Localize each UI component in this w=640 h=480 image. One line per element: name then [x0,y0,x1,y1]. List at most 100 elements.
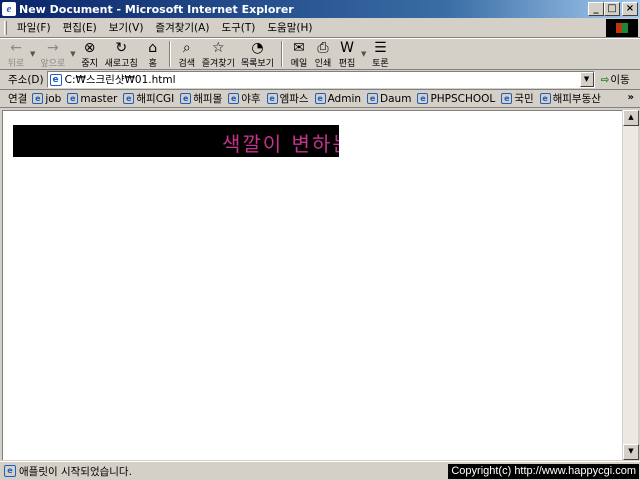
menu-grip[interactable] [4,20,7,35]
go-arrow-icon: ⇨ [600,73,610,86]
menu-file[interactable]: 파일(F) [11,20,57,35]
address-label: 주소(D) [8,74,44,86]
status-text: 애플릿이 시작되었습니다. [19,465,132,478]
refresh-label: 새로고침 [104,58,138,69]
menu-view[interactable]: 보기(V) [103,20,150,35]
links-bar: 연결 e job e master e 해피CGI e 해피몰 e 야후 e 엠파스 e Ad… [0,90,640,108]
mail-icon: ✉ [293,39,305,56]
back-label: 뒤로 [7,58,25,69]
edit-dropdown[interactable]: ▼ [361,50,366,58]
search-icon: ⌕ [182,39,191,56]
home-button[interactable]: ⌂ 홈 [141,39,165,69]
stop-label: 중지 [81,58,98,69]
link-happymall[interactable]: e 해피몰 [180,91,222,106]
maximize-button[interactable]: □ [604,2,620,16]
link-label: 해피부동산 [552,93,601,105]
address-input[interactable]: e C:₩스크린샷₩01.html ▼ [46,71,595,88]
edit-label: 편집 [338,58,356,69]
ie-icon[interactable]: e [2,2,16,16]
discuss-label: 토론 [372,58,389,69]
edit-button[interactable]: W 편집 [335,39,359,69]
page-icon: e [180,93,192,104]
go-button[interactable]: ⇨ 이동 [601,72,630,87]
favorites-button[interactable]: ☆ 즐겨찾기 [199,39,238,69]
copyright-watermark: Copyright(c) http://www.happycgi.com [448,464,639,479]
stop-icon: ⊗ [83,39,96,56]
home-label: 홈 [148,58,157,69]
address-dropdown-button[interactable]: ▼ [579,72,594,87]
links-more-chevron-icon[interactable]: » [628,92,634,103]
print-button[interactable]: ⎙ 인쇄 [311,39,335,69]
back-button[interactable]: ← 뒤로 [4,39,28,69]
page-icon: e [228,93,240,104]
link-happycgi[interactable]: e 해피CGI [123,91,174,106]
back-arrow-icon: ← [10,39,22,56]
link-label: 야후 [241,93,261,105]
page-icon: e [314,93,326,104]
link-label: Daum [380,92,412,105]
print-icon: ⎙ [317,39,329,56]
link-job[interactable]: e job [32,93,61,105]
toolbar-separator [168,41,171,67]
page-icon: e [67,93,79,104]
favorites-icon: ☆ [212,39,225,56]
history-button[interactable]: ◔ 목록보기 [238,39,277,69]
menu-bar: 파일(F) 편집(E) 보기(V) 즐겨찾기(A) 도구(T) 도움말(H) [0,18,640,38]
page-icon: e [367,93,379,104]
favorites-label: 즐겨찾기 [201,58,235,69]
marquee-text: 색깔이 변하는 [222,132,339,156]
link-label: master [80,92,118,105]
link-label: job [45,92,62,105]
forward-label: 앞으로 [40,58,66,69]
edit-icon: W [340,39,354,56]
forward-button[interactable]: → 앞으로 [37,39,68,69]
vertical-scrollbar[interactable]: ▲ ▼ [622,110,639,460]
window-title: New Document - Microsoft Internet Explor… [19,2,294,16]
menu-favorites[interactable]: 즐겨찾기(A) [149,20,215,35]
applet-marquee: 색깔이 변하는 [13,125,339,157]
forward-dropdown[interactable]: ▼ [70,50,75,58]
menu-edit[interactable]: 편집(E) [57,20,103,35]
link-daum[interactable]: e Daum [367,93,411,105]
refresh-button[interactable]: ↻ 새로고침 [102,39,141,69]
menu-tools[interactable]: 도구(T) [215,20,261,35]
history-label: 목록보기 [240,58,274,69]
page-icon: e [501,93,513,104]
page-icon: e [417,93,429,104]
link-master[interactable]: e master [67,93,117,105]
menu-help[interactable]: 도움말(H) [261,20,318,35]
home-icon: ⌂ [148,39,158,56]
link-label: 해피몰 [193,93,223,105]
print-label: 인쇄 [314,58,332,69]
link-label: 엠파스 [279,93,309,105]
back-dropdown[interactable]: ▼ [30,50,35,58]
close-button[interactable]: × [622,2,638,16]
link-happy-realestate[interactable]: e 해피부동산 [539,91,601,106]
link-kookmin[interactable]: e 국민 [501,91,534,106]
page-icon: e [123,93,135,104]
forward-arrow-icon: → [46,39,59,56]
link-label: 해피CGI [136,93,175,105]
status-bar: e 애플릿이 시작되었습니다. Copyright(c) http://www.… [0,461,640,480]
window-controls: _ □ × [588,2,638,16]
address-value[interactable]: C:₩스크린샷₩01.html [65,72,580,87]
links-label: 연결 [8,93,28,105]
windows-logo-icon [606,18,638,37]
scroll-down-button[interactable]: ▼ [623,444,639,460]
mail-button[interactable]: ✉ 메일 [287,39,311,69]
title-bar: e New Document - Microsoft Internet Expl… [0,0,640,18]
page-icon: e [4,465,16,477]
scroll-up-button[interactable]: ▲ [623,110,639,126]
link-yahoo[interactable]: e 야후 [228,91,261,106]
link-empas[interactable]: e 엠파스 [266,91,309,106]
minimize-button[interactable]: _ [588,2,604,16]
page-icon: e [32,93,44,104]
stop-button[interactable]: ⊗ 중지 [78,39,102,69]
link-phpschool[interactable]: e PHPSCHOOL [417,93,495,105]
page-icon: e [539,93,551,104]
search-button[interactable]: ⌕ 검색 [175,39,199,69]
refresh-icon: ↻ [115,39,128,56]
link-admin[interactable]: e Admin [314,93,361,105]
discuss-button[interactable]: ☰ 토론 [368,39,392,69]
go-label: 이동 [610,74,630,86]
